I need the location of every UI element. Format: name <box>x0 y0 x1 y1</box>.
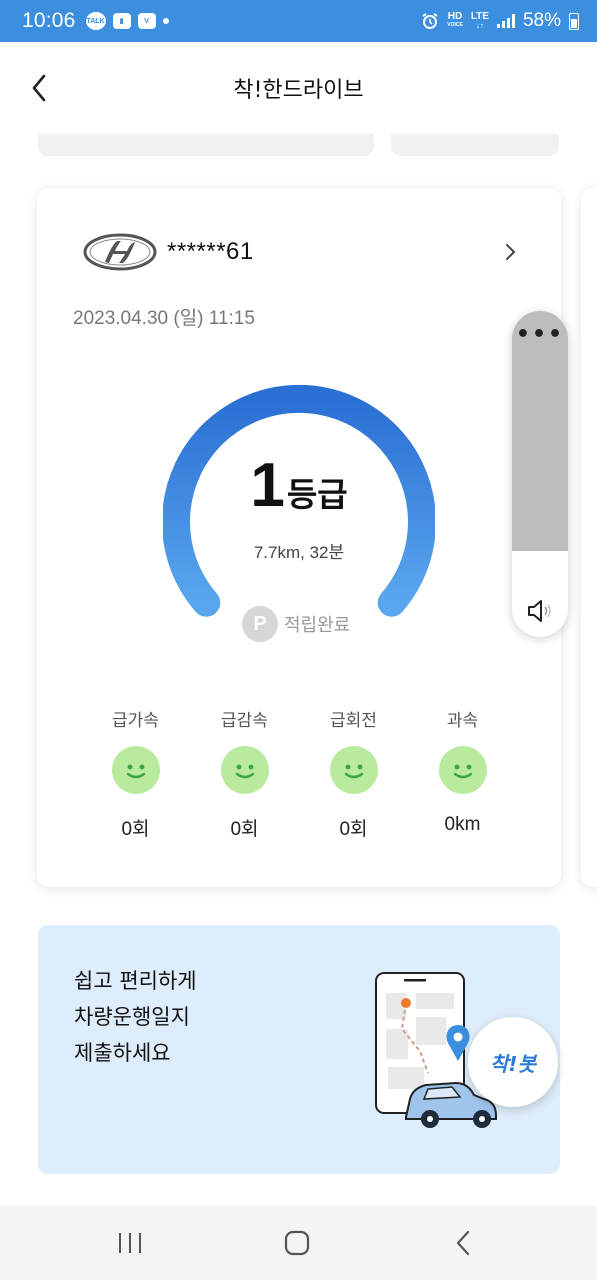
vehicle-row[interactable]: ******61 <box>83 232 254 272</box>
vehicle-plate: ******61 <box>167 238 254 265</box>
driving-stats: 급가속 0회 급감속 0회 급회전 0회 과속 0km <box>81 706 517 841</box>
stat-hard-acceleration: 급가속 0회 <box>81 706 190 841</box>
back-icon[interactable] <box>448 1228 480 1258</box>
talk-icon: TALK <box>85 12 106 30</box>
status-time: 10:06 <box>22 9 76 32</box>
banner-text: 쉽고 편리하게 차량운행일지 제출하세요 <box>74 963 197 1071</box>
stat-hard-braking: 급감속 0회 <box>190 706 299 841</box>
smiley-icon <box>329 746 378 794</box>
smiley-icon <box>220 746 269 794</box>
previous-card-right <box>391 134 559 156</box>
battery-percent: 58% <box>522 10 561 31</box>
grade-number: 1 <box>250 451 285 520</box>
speaker-icon[interactable] <box>524 595 556 627</box>
volume-slider-track[interactable] <box>512 311 568 551</box>
recents-icon[interactable] <box>114 1228 146 1258</box>
stat-value: 0회 <box>121 819 150 840</box>
status-left-icons: TALK ▮ V <box>85 12 169 30</box>
alarm-icon <box>422 13 438 29</box>
grade-display: 1등급 <box>37 450 561 521</box>
stat-value: 0km <box>444 814 481 835</box>
banner-line-2: 차량운행일지 <box>74 1005 190 1029</box>
status-right: HD VOICE LTE ↓↑ 58% <box>421 10 579 32</box>
lte-tag: LTE ↓↑ <box>470 11 489 31</box>
status-dot-icon <box>162 18 169 24</box>
stat-sharp-turn: 급회전 0회 <box>299 706 408 841</box>
stat-value: 0회 <box>230 819 259 840</box>
notification-icon: ▮ <box>112 13 131 29</box>
stat-label: 급감속 <box>221 711 268 731</box>
app-header: 착!한드라이브 <box>0 42 597 134</box>
status-bar: 10:06 TALK ▮ V HD VOICE LTE ↓↑ 58% <box>0 0 597 42</box>
banner-line-3: 제출하세요 <box>74 1041 171 1065</box>
point-p-icon: P <box>242 606 278 642</box>
stat-label: 급회전 <box>330 711 377 731</box>
chakbot-badge[interactable]: 착!봇 <box>468 1017 558 1107</box>
volume-panel[interactable]: ••• <box>512 311 568 637</box>
battery-icon <box>569 12 579 30</box>
trip-date: 2023.04.30 (일) 11:15 <box>73 308 255 329</box>
system-nav-bar <box>0 1206 597 1280</box>
hd-label: HD <box>447 11 463 22</box>
point-status: P 적립완료 <box>242 606 350 642</box>
home-icon[interactable] <box>281 1228 313 1258</box>
stat-label: 급가속 <box>112 711 159 731</box>
grade-unit: 등급 <box>286 475 348 514</box>
stat-label: 과속 <box>446 711 479 731</box>
hd-voice-tag: HD VOICE <box>447 12 463 30</box>
next-trip-card-peek[interactable] <box>581 188 597 887</box>
smiley-icon <box>111 746 160 794</box>
trip-card[interactable]: ******61 2023.04.30 (일) 11:15 1등급 7.7km,… <box>37 188 561 887</box>
point-status-label: 적립완료 <box>284 615 351 636</box>
page-title: 착!한드라이브 <box>233 78 364 103</box>
stat-value: 0회 <box>339 819 368 840</box>
signal-icon <box>496 14 515 28</box>
v-icon: V <box>137 13 156 29</box>
previous-card-left <box>38 134 374 156</box>
smiley-icon <box>438 746 487 794</box>
chevron-right-icon[interactable] <box>503 242 517 262</box>
stat-speeding: 과속 0km <box>408 706 517 841</box>
voice-label: VOICE <box>447 22 463 28</box>
driving-log-banner[interactable]: 쉽고 편리하게 차량운행일지 제출하세요 착!봇 <box>38 925 560 1174</box>
back-arrow-icon[interactable] <box>28 72 50 104</box>
trip-summary: 7.7km, 32분 <box>253 543 345 562</box>
more-options-icon[interactable]: ••• <box>512 324 568 346</box>
lte-label: LTE <box>470 11 489 22</box>
banner-line-1: 쉽고 편리하게 <box>74 969 197 993</box>
car-brand-logo-icon <box>83 233 157 271</box>
